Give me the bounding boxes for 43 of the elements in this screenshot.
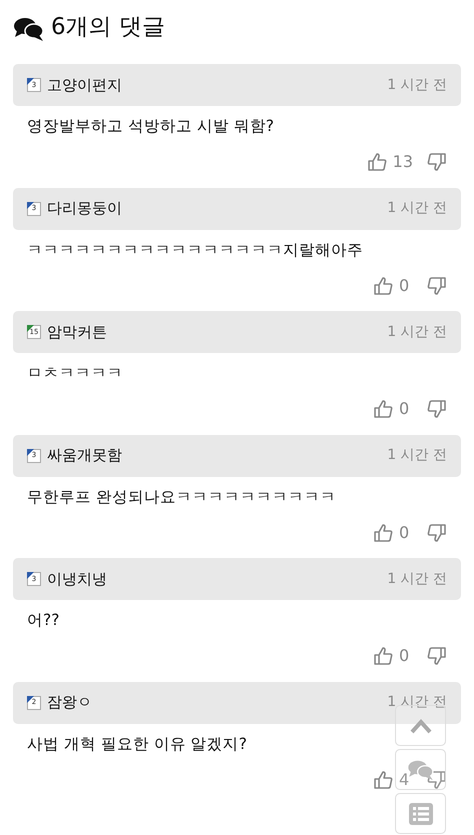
author-name[interactable]: 싸움개못함 — [47, 444, 122, 467]
comment-count-heading: 6개의 댓글 — [51, 13, 165, 42]
timestamp: 1 시간 전 — [387, 322, 447, 342]
comments-button[interactable] — [395, 749, 446, 790]
thumbs-down-icon[interactable] — [427, 152, 447, 172]
thumbs-up-icon[interactable] — [373, 276, 393, 296]
like-count: 4 — [399, 768, 410, 790]
up-chevron-icon — [410, 718, 432, 734]
like-count: 13 — [392, 151, 413, 173]
thumbs-down-icon[interactable] — [427, 399, 447, 419]
timestamp: 1 시간 전 — [387, 446, 447, 465]
comment-text: 무한루프 완성되나요ㅋㅋㅋㅋㅋㅋㅋㅋㅋㅋ — [27, 486, 336, 508]
like-count: 0 — [399, 274, 410, 296]
thumbs-down-icon[interactable] — [427, 522, 447, 542]
comment-text: 사법 개혁 필요한 이유 알겠지? — [27, 734, 247, 754]
comment-text: 어?? — [27, 610, 60, 631]
comment-text: ㅁㅊㅋㅋㅋㅋ — [27, 363, 123, 384]
thumbs-down-icon[interactable] — [427, 276, 447, 296]
like-count: 0 — [399, 645, 410, 667]
list-button[interactable] — [395, 793, 446, 834]
timestamp: 1 시간 전 — [387, 693, 447, 712]
list-icon — [408, 802, 432, 824]
thumbs-down-icon[interactable] — [427, 646, 447, 666]
thumbs-up-icon[interactable] — [373, 770, 393, 790]
thumbs-up-icon[interactable] — [373, 646, 393, 666]
thumbs-up-icon[interactable] — [366, 152, 387, 172]
timestamp: 1 시간 전 — [387, 199, 447, 218]
author-name[interactable]: 잠왕ㅇ — [47, 691, 92, 714]
comments-icon — [13, 16, 45, 42]
author-name[interactable]: 고양이편지 — [47, 74, 122, 96]
thumbs-up-icon[interactable] — [373, 399, 393, 419]
author-name[interactable]: 다리몽둥이 — [47, 197, 122, 220]
thumbs-up-icon[interactable] — [373, 522, 393, 542]
author-name[interactable]: 이냉치냉 — [47, 568, 107, 590]
thumbs-down-icon[interactable] — [427, 770, 447, 790]
author-name[interactable]: 암막커튼 — [47, 320, 107, 344]
comment-text: ㅋㅋㅋㅋㅋㅋㅋㅋㅋㅋㅋㅋㅋㅋㅋㅋ지랄해아주 — [27, 240, 363, 260]
like-count: 0 — [399, 398, 410, 420]
timestamp: 1 시간 전 — [387, 76, 447, 94]
timestamp: 1 시간 전 — [387, 570, 447, 588]
comments-icon — [406, 758, 434, 780]
comment-text: 영장발부하고 석방하고 시발 뭐함? — [27, 116, 274, 137]
like-count: 0 — [399, 522, 410, 544]
